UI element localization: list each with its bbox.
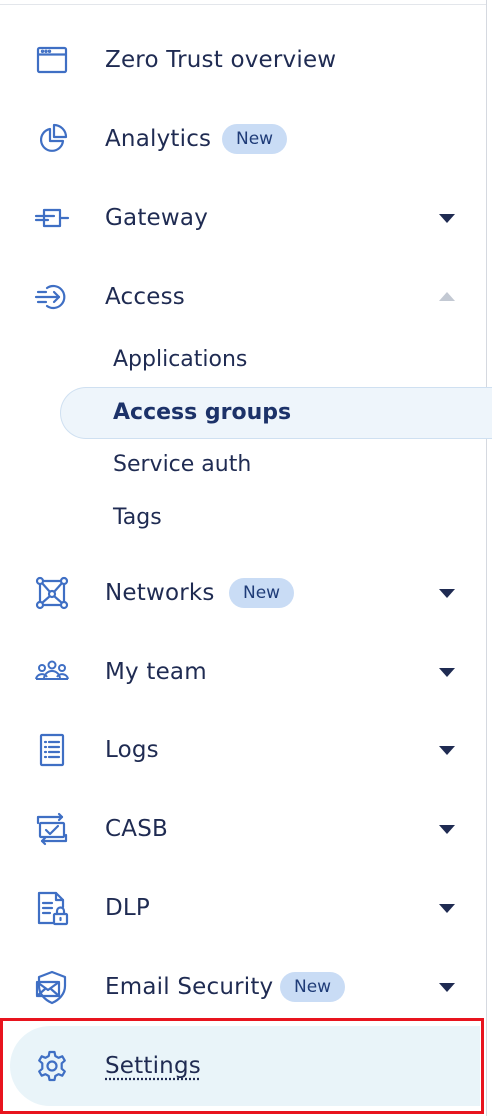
browser-window-icon bbox=[34, 42, 70, 78]
sign-in-arrow-icon bbox=[34, 279, 70, 315]
sidebar-item-label: My team bbox=[105, 659, 207, 685]
sidebar-item-email-security[interactable]: Email Security New bbox=[0, 957, 487, 1017]
sidebar-item-access[interactable]: Access bbox=[0, 267, 487, 327]
log-document-icon bbox=[34, 732, 70, 768]
team-icon bbox=[34, 654, 70, 690]
top-border bbox=[0, 4, 487, 5]
sidebar-item-label: Access bbox=[105, 284, 185, 310]
chevron-down-icon[interactable] bbox=[438, 587, 456, 599]
sidebar-item-gateway[interactable]: Gateway bbox=[0, 188, 487, 248]
sidebar-item-my-team[interactable]: My team bbox=[0, 642, 487, 702]
chevron-down-icon[interactable] bbox=[438, 823, 456, 835]
sidebar-item-label: Zero Trust overview bbox=[105, 47, 337, 73]
settings-focus-outline bbox=[0, 1018, 484, 1114]
sidebar-item-label: Gateway bbox=[105, 205, 209, 231]
mail-shield-icon bbox=[34, 969, 70, 1005]
chevron-down-icon[interactable] bbox=[438, 744, 456, 756]
sidebar-item-casb[interactable]: CASB bbox=[0, 799, 487, 859]
gateway-icon bbox=[34, 200, 70, 236]
new-badge: New bbox=[229, 578, 295, 608]
sidebar-item-label: Logs bbox=[105, 737, 159, 763]
sidebar-item-label: CASB bbox=[105, 816, 168, 842]
sidebar-item-networks[interactable]: Networks New bbox=[0, 563, 487, 623]
sidebar-subitem-tags[interactable]: Tags bbox=[113, 505, 162, 530]
sidebar-item-dlp[interactable]: DLP bbox=[0, 878, 487, 938]
sidebar-subitem-service-auth[interactable]: Service auth bbox=[113, 452, 251, 477]
sidebar-item-label: Networks bbox=[105, 580, 215, 606]
sidebar-item-logs[interactable]: Logs bbox=[0, 720, 487, 780]
chevron-down-icon[interactable] bbox=[438, 981, 456, 993]
sidebar-item-zero-trust-overview[interactable]: Zero Trust overview bbox=[0, 30, 487, 90]
chevron-up-icon[interactable] bbox=[438, 291, 456, 303]
sidebar-subitem-access-groups[interactable]: Access groups bbox=[113, 400, 291, 425]
chevron-down-icon[interactable] bbox=[438, 902, 456, 914]
casb-check-icon bbox=[34, 811, 70, 847]
new-badge: New bbox=[280, 972, 346, 1002]
sidebar-item-label: Email Security bbox=[105, 974, 274, 1000]
sidebar-item-label: DLP bbox=[105, 895, 150, 921]
sidebar-item-analytics[interactable]: Analytics New bbox=[0, 109, 487, 169]
network-nodes-icon bbox=[34, 575, 70, 611]
chevron-down-icon[interactable] bbox=[438, 212, 456, 224]
new-badge: New bbox=[222, 124, 288, 154]
sidebar-subitem-applications[interactable]: Applications bbox=[113, 347, 247, 372]
pie-chart-icon bbox=[34, 121, 70, 157]
document-lock-icon bbox=[34, 890, 70, 926]
sidebar-item-label: Analytics bbox=[105, 126, 212, 152]
chevron-down-icon[interactable] bbox=[438, 666, 456, 678]
